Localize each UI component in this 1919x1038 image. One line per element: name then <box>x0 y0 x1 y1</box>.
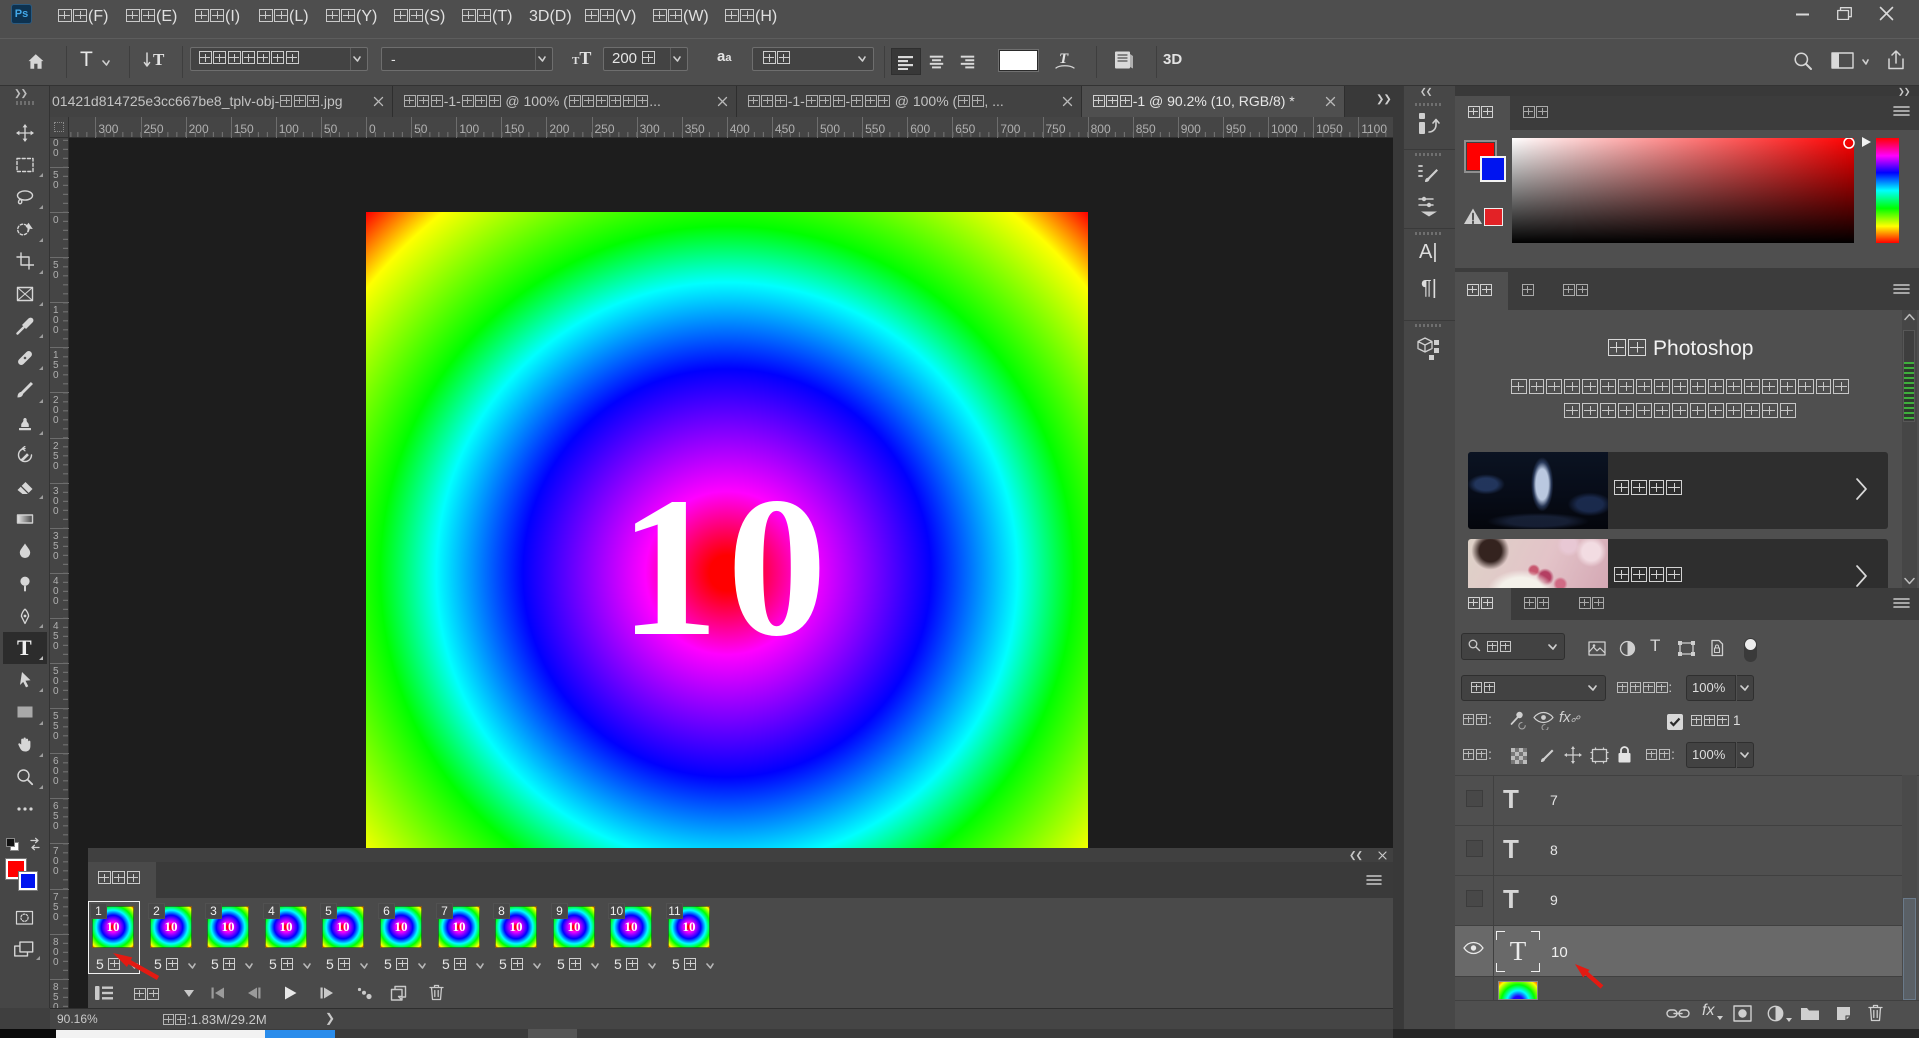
svg-text:T: T <box>153 50 165 69</box>
svg-text:T: T <box>1059 51 1069 67</box>
